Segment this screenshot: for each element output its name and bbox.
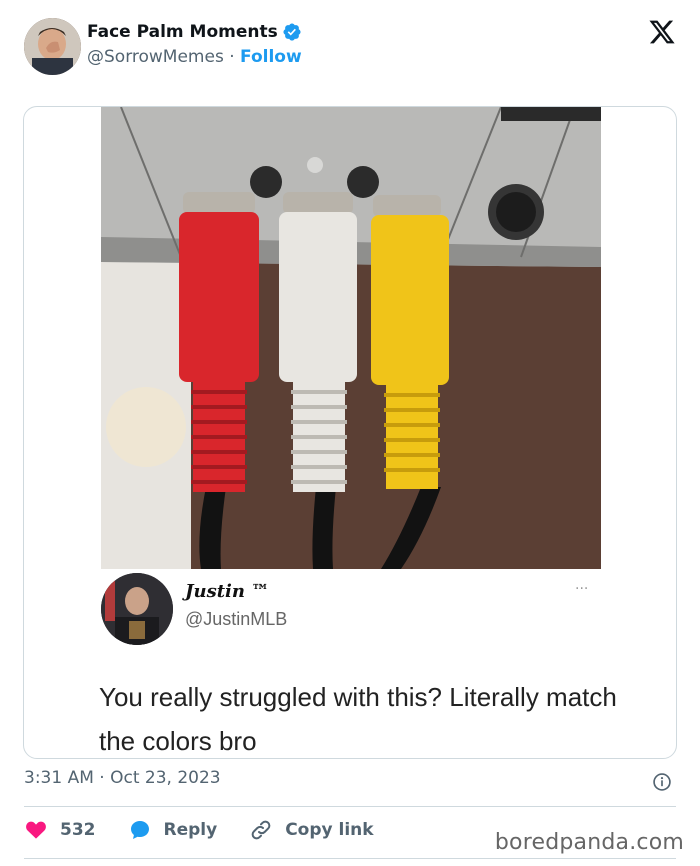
reply-label: Reply	[163, 820, 218, 840]
copy-link-label: Copy link	[285, 820, 374, 840]
handle-separator: ·	[229, 47, 235, 67]
footer-divider	[24, 806, 676, 807]
author-avatar[interactable]	[24, 18, 81, 75]
bottom-divider	[24, 858, 676, 859]
copy-link-button[interactable]: Copy link	[249, 818, 374, 842]
author-handle-row: @SorrowMemes · Follow	[87, 47, 302, 67]
author-display-name[interactable]: Face Palm Moments	[87, 22, 302, 42]
post-timestamp[interactable]: 3:31 AM · Oct 23, 2023	[24, 768, 221, 788]
heart-icon	[26, 821, 46, 839]
embedded-author-handle: @JustinMLB	[185, 609, 288, 629]
info-icon[interactable]	[652, 772, 672, 792]
follow-button[interactable]: Follow	[240, 47, 302, 67]
reply-button[interactable]: Reply	[128, 818, 218, 842]
rca-cables-image	[101, 107, 601, 569]
embedded-author-name: Justin ™	[185, 581, 270, 602]
x-logo-icon[interactable]	[648, 18, 676, 46]
author-name-text: Face Palm Moments	[87, 22, 278, 42]
embedded-more-icon: ···	[575, 581, 589, 597]
boredpanda-watermark: boredpanda.com	[494, 830, 684, 855]
post-card: Face Palm Moments @SorrowMemes · Follow	[0, 0, 700, 866]
author-handle[interactable]: @SorrowMemes	[87, 47, 224, 67]
embedded-post-text: You really struggled with this? Literall…	[99, 682, 617, 756]
like-count: 532	[60, 820, 96, 840]
reply-icon	[130, 821, 149, 839]
link-icon	[251, 820, 271, 840]
like-button[interactable]: 532	[24, 818, 96, 842]
media-container[interactable]: Justin ™ @JustinMLB ··· You really strug…	[23, 106, 677, 759]
cables-photo	[101, 107, 601, 569]
verified-badge-icon	[283, 23, 301, 41]
action-bar: 532 Reply Copy link	[24, 818, 406, 842]
embedded-author-avatar	[101, 573, 173, 645]
